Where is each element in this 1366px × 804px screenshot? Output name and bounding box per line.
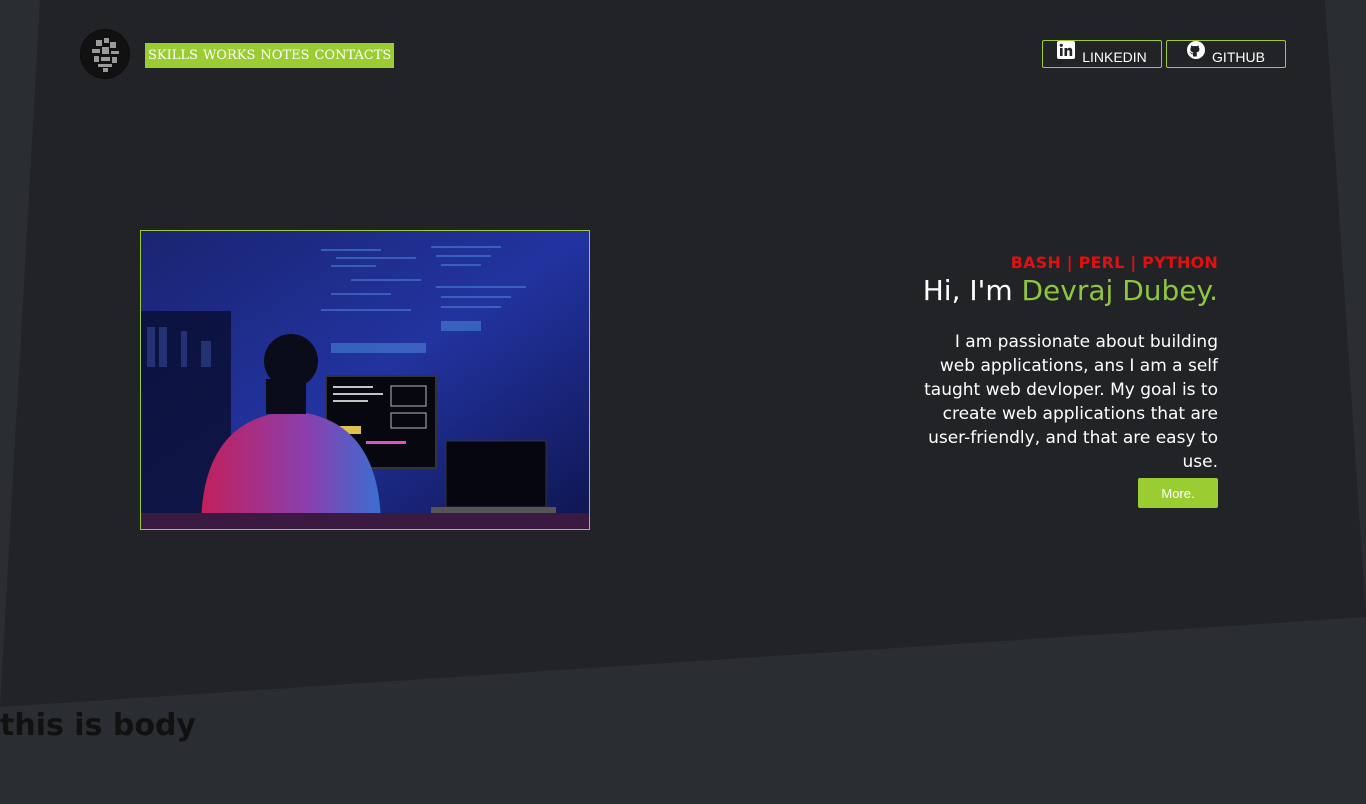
body-text: this is body	[0, 708, 196, 743]
hero-bio: I am passionate about building web appli…	[924, 332, 1218, 472]
nav-item-contacts[interactable]: CONTACTS	[314, 43, 391, 68]
more-button[interactable]: More.	[1138, 478, 1218, 508]
linkedin-label: LINKEDIN	[1082, 49, 1147, 65]
github-icon	[1187, 41, 1206, 59]
skills-tagline: BASH | PERL | PYTHON	[1010, 253, 1218, 272]
nav-item-skills[interactable]: SKILLS	[148, 43, 198, 68]
hero-image	[140, 230, 590, 530]
hero-name: Devraj Dubey.	[1021, 274, 1219, 307]
nav-item-works[interactable]: WORKS	[203, 43, 255, 68]
github-button[interactable]: GITHUB	[1166, 40, 1286, 68]
linkedin-button[interactable]: LINKEDIN	[1042, 40, 1162, 68]
linkedin-icon	[1057, 41, 1076, 59]
hero-greeting: Hi, I'm Devraj Dubey.	[923, 274, 1218, 307]
github-label: GITHUB	[1212, 49, 1265, 65]
main-nav: SKILLS WORKS NOTES CONTACTS	[145, 43, 395, 68]
nav-item-notes[interactable]: NOTES	[260, 43, 309, 68]
logo-icon[interactable]	[80, 29, 130, 79]
greeting-prefix: Hi, I'm	[922, 274, 1022, 307]
page: SKILLS WORKS NOTES CONTACTS LINKEDIN GIT…	[0, 0, 1366, 804]
